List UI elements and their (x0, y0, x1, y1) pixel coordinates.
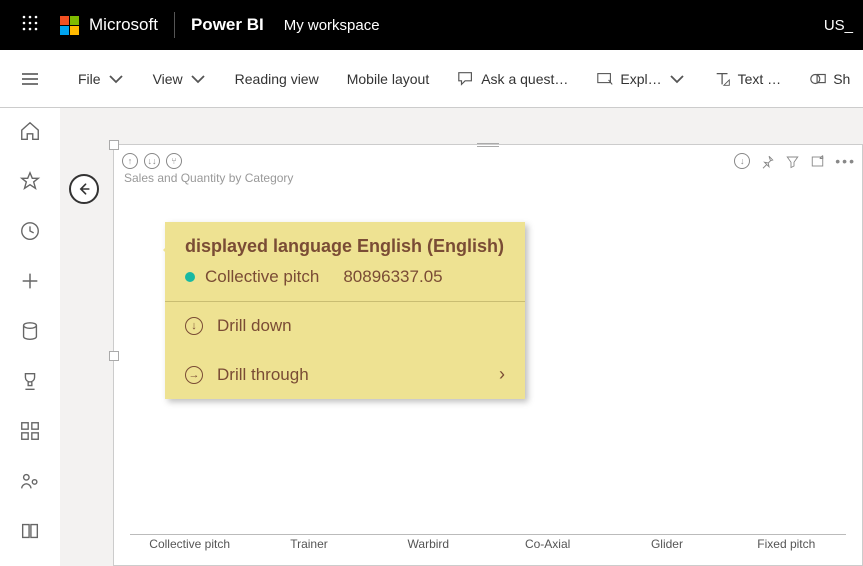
reading-view-label: Reading view (235, 71, 319, 87)
app-header: Microsoft Power BI My workspace US_ (0, 0, 863, 50)
drill-down-action[interactable]: ↓ Drill down (165, 302, 525, 350)
nav-toggle-icon[interactable] (0, 50, 60, 108)
ask-question-button[interactable]: Ask a quest… (443, 50, 582, 107)
visual-header: ↑ ↓↓ ⑂ ↓ ••• (122, 151, 856, 171)
mobile-layout-label: Mobile layout (347, 71, 430, 87)
explore-label: Expl… (620, 71, 661, 87)
datapoint-tooltip: displayed language English (English) Col… (165, 222, 525, 399)
view-menu[interactable]: View (139, 50, 221, 107)
x-axis-label: Trainer (259, 537, 359, 555)
focus-mode-icon[interactable] (810, 154, 825, 169)
tooltip-header: displayed language English (English) (165, 222, 525, 267)
apps-icon[interactable] (19, 420, 41, 442)
file-menu[interactable]: File (64, 50, 139, 107)
goals-icon[interactable] (19, 370, 41, 392)
shared-icon[interactable] (19, 470, 41, 492)
learn-icon[interactable] (19, 520, 41, 542)
ask-question-label: Ask a quest… (481, 71, 568, 87)
mobile-layout-button[interactable]: Mobile layout (333, 50, 444, 107)
tooltip-value: 80896337.05 (343, 267, 442, 287)
toolbar: File View Reading view Mobile layout Ask… (0, 50, 863, 108)
file-label: File (78, 71, 101, 87)
recent-icon[interactable] (19, 220, 41, 242)
tooltip-value-row: Collective pitch 80896337.05 (165, 267, 525, 301)
datasets-icon[interactable] (19, 320, 41, 342)
textbox-label: Text … (738, 71, 782, 87)
more-options-icon[interactable]: ••• (835, 153, 856, 169)
expand-next-level-icon[interactable]: ⑂ (166, 153, 182, 169)
drill-down-label: Drill down (217, 316, 292, 336)
drill-through-label: Drill through (217, 365, 309, 385)
drill-down-icon: ↓ (185, 317, 203, 335)
view-label: View (153, 71, 183, 87)
x-axis-label: Fixed pitch (736, 537, 836, 555)
drill-up-icon[interactable]: ↑ (122, 153, 138, 169)
drill-through-icon: → (185, 366, 203, 384)
chevron-right-icon: › (499, 364, 505, 385)
x-axis-label: Warbird (378, 537, 478, 555)
language-indicator[interactable]: US_ (824, 17, 853, 34)
left-nav (0, 108, 60, 566)
series-color-dot (185, 272, 195, 282)
brand-text: Microsoft (89, 15, 158, 35)
explore-menu[interactable]: Expl… (582, 50, 699, 107)
app-launcher-icon[interactable] (10, 15, 50, 36)
back-button[interactable] (69, 174, 99, 204)
favorites-icon[interactable] (19, 170, 41, 192)
shapes-label: Sh (833, 71, 850, 87)
workspace-name[interactable]: My workspace (284, 17, 380, 34)
divider (174, 12, 175, 38)
microsoft-logo[interactable]: Microsoft (60, 15, 158, 35)
home-icon[interactable] (19, 120, 41, 142)
x-axis-label: Collective pitch (140, 537, 240, 555)
x-axis-label: Co-Axial (498, 537, 598, 555)
pin-icon[interactable] (760, 154, 775, 169)
filter-icon[interactable] (785, 154, 800, 169)
reading-view-button[interactable]: Reading view (221, 50, 333, 107)
textbox-button[interactable]: Text … (700, 50, 796, 107)
visual-title: Sales and Quantity by Category (124, 171, 293, 185)
app-name[interactable]: Power BI (191, 15, 264, 35)
shapes-button[interactable]: Sh (795, 50, 863, 107)
resize-handle-top[interactable] (477, 143, 499, 147)
create-icon[interactable] (19, 270, 41, 292)
drill-mode-icon[interactable]: ↓ (734, 153, 750, 169)
x-axis-label: Glider (617, 537, 717, 555)
drill-down-all-icon[interactable]: ↓↓ (144, 153, 160, 169)
tooltip-series: Collective pitch (205, 267, 319, 287)
drill-through-action[interactable]: → Drill through › (165, 350, 525, 399)
